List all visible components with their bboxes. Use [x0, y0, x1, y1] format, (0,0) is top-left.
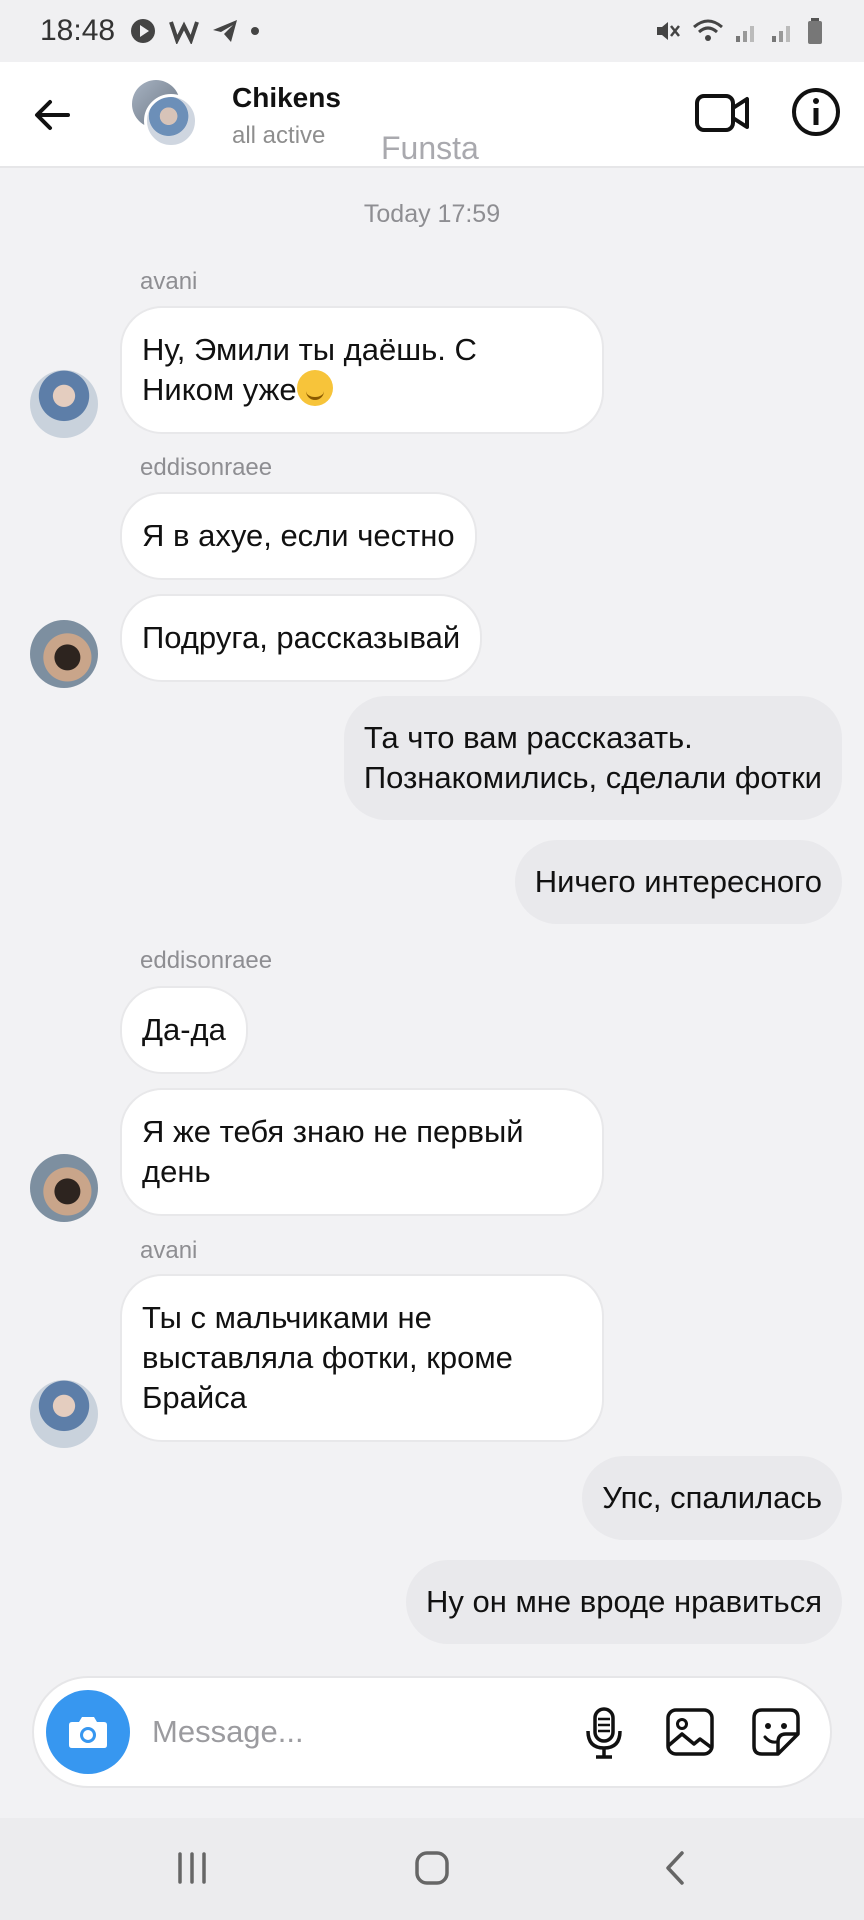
signal-icon: [736, 26, 754, 42]
incoming-message[interactable]: Ты с мальчиками не выставляла фотки, кро…: [120, 1274, 604, 1442]
incoming-message[interactable]: Ну, Эмили ты даёшь. С Ником уже: [120, 306, 604, 434]
video-call-icon[interactable]: [694, 88, 750, 138]
message-input[interactable]: [152, 1706, 452, 1758]
avatar[interactable]: [30, 370, 98, 438]
message-text: Подруга, рассказывай: [142, 620, 461, 655]
incoming-message[interactable]: Я в ахуе, если честно: [120, 492, 477, 580]
outgoing-message[interactable]: Ну он мне вроде нравиться: [406, 1560, 842, 1644]
play-icon: [131, 19, 156, 43]
incoming-message[interactable]: Я же тебя знаю не первый день: [120, 1088, 604, 1216]
message-text: Да-да: [142, 1012, 226, 1047]
avatar[interactable]: [30, 1380, 98, 1448]
incoming-message[interactable]: Подруга, рассказывай: [120, 594, 483, 682]
battery-icon: [808, 18, 822, 44]
message-text: Брайса: [142, 1380, 247, 1415]
avatar[interactable]: [30, 620, 98, 688]
microphone-icon[interactable]: [578, 1706, 630, 1760]
message-text: Я в ахуе, если честно: [142, 518, 455, 553]
message-text: Ну, Эмили ты даёшь. С: [142, 332, 477, 367]
message-text: день: [142, 1154, 211, 1189]
w-app-icon: [169, 21, 199, 44]
camera-button[interactable]: [46, 1690, 130, 1774]
back-nav-icon[interactable]: [656, 1848, 696, 1888]
message-text: Ником уже: [142, 372, 297, 407]
back-arrow-icon[interactable]: [28, 90, 78, 140]
signal-icon-2: [772, 26, 790, 42]
telegram-icon: [213, 20, 238, 42]
outgoing-message[interactable]: Упс, спалилась: [582, 1456, 842, 1540]
avatar[interactable]: [30, 1154, 98, 1222]
message-text: Ты с мальчиками не: [142, 1300, 432, 1335]
message-text: Я же тебя знаю не первый: [142, 1114, 524, 1149]
incoming-message[interactable]: Да-да: [120, 986, 248, 1074]
sender-name: eddisonraee: [140, 947, 273, 974]
sticker-icon[interactable]: [750, 1706, 802, 1758]
smirk-emoji-icon: [296, 370, 333, 406]
message-text: выставляла фотки, кроме: [142, 1340, 513, 1375]
status-time: 18:48: [40, 14, 116, 47]
message-text: Познакомились, сделали фотки: [363, 760, 822, 795]
notification-icons: [129, 17, 260, 45]
message-composer: [32, 1676, 832, 1788]
message-text: Та что вам рассказать.: [363, 720, 693, 755]
message-text: Ничего интересного: [534, 864, 822, 899]
wifi-icon: [693, 19, 723, 41]
message-text: Упс, спалилась: [602, 1480, 822, 1515]
recent-apps-icon[interactable]: [172, 1848, 212, 1888]
message-text: Ну он мне вроде нравиться: [426, 1584, 822, 1619]
system-icons: [654, 17, 824, 45]
gallery-icon[interactable]: [664, 1706, 716, 1758]
sender-name: eddisonraee: [140, 454, 273, 481]
status-bar: 18:48: [0, 0, 864, 62]
chat-title[interactable]: Chikens: [232, 82, 341, 114]
info-icon[interactable]: [790, 86, 842, 138]
sender-name: avani: [140, 268, 198, 295]
system-navigation-bar: [0, 1818, 864, 1920]
message-text-line: Ником уже: [142, 370, 582, 410]
outgoing-message[interactable]: Ничего интересного: [514, 840, 842, 924]
avatar: [144, 94, 198, 148]
sender-name: avani: [140, 1237, 198, 1264]
outgoing-message[interactable]: Та что вам рассказать. Познакомились, сд…: [343, 696, 842, 820]
group-avatar[interactable]: [130, 80, 200, 150]
mute-icon: [657, 22, 680, 40]
camera-icon: [69, 1717, 107, 1748]
more-notifications-icon: [251, 27, 260, 35]
home-icon[interactable]: [412, 1848, 452, 1888]
chat-header: Chikens all active Funsta: [0, 62, 864, 168]
watermark-text: Funsta: [381, 130, 479, 166]
chat-timestamp: Today 17:59: [363, 200, 501, 228]
chat-status: all active: [232, 122, 326, 149]
